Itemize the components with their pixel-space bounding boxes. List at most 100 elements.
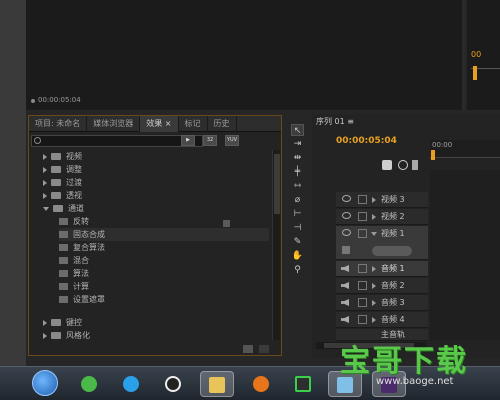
lock-box-icon[interactable]: [358, 195, 367, 204]
tree-folder-transition[interactable]: 过渡: [43, 176, 82, 189]
tree-folder-keying[interactable]: 键控: [43, 316, 82, 329]
effect-badge-icon: [223, 220, 230, 227]
taskbar-baidu-app[interactable]: [118, 371, 144, 397]
start-button[interactable]: [32, 370, 58, 396]
track-video-2[interactable]: 视频 2: [336, 209, 428, 225]
tree-folder-channel[interactable]: 通道: [43, 202, 84, 215]
opacity-pill[interactable]: [372, 246, 412, 256]
taskbar-360-browser[interactable]: [76, 371, 102, 397]
taskbar-media-player[interactable]: [290, 371, 316, 397]
expand-arrow-icon[interactable]: [372, 283, 376, 289]
expand-arrow-icon[interactable]: [43, 332, 47, 339]
lock-box-icon[interactable]: [358, 212, 367, 221]
tree-effect-compound-arithmetic[interactable]: 复合算法: [59, 241, 105, 254]
sequence-tab[interactable]: 序列 01 ≡: [316, 116, 354, 127]
time-ruler[interactable]: 00:00: [430, 140, 500, 160]
delete-icon[interactable]: [259, 345, 269, 353]
effects-scrollbar[interactable]: [272, 150, 280, 340]
track-audio-3[interactable]: 音频 3: [336, 295, 428, 311]
tree-folder-video[interactable]: 视频: [43, 150, 82, 163]
speaker-icon[interactable]: [341, 316, 349, 323]
expand-arrow-icon[interactable]: [372, 214, 376, 220]
track-audio-1[interactable]: 音频 1: [336, 261, 428, 277]
collapse-arrow-icon[interactable]: [371, 232, 377, 236]
speaker-icon[interactable]: [341, 265, 349, 272]
yuv-effects-button[interactable]: YUV: [225, 135, 239, 146]
eye-icon[interactable]: [342, 229, 351, 236]
razor-tool-icon[interactable]: ⌀: [291, 194, 304, 206]
tab-media-browser[interactable]: 媒体浏览器: [87, 116, 141, 132]
accelerated-effects-button[interactable]: ▶: [181, 135, 195, 146]
rolling-edit-tool-icon[interactable]: ╪: [291, 166, 304, 178]
folder-icon: [53, 205, 63, 212]
speaker-icon[interactable]: [341, 282, 349, 289]
tree-folder-stylize[interactable]: 风格化: [43, 329, 90, 342]
lock-box-icon[interactable]: [358, 229, 367, 238]
32bit-effects-button[interactable]: 32: [203, 135, 217, 146]
keyframe-icon[interactable]: [342, 246, 350, 254]
effects-search[interactable]: [31, 135, 203, 147]
tree-effect-calculations[interactable]: 计算: [59, 280, 89, 293]
folder-icon: [51, 192, 61, 199]
new-bin-icon[interactable]: [243, 345, 253, 353]
hand-tool-icon[interactable]: ✋: [291, 250, 304, 262]
track-audio-4[interactable]: 音频 4: [336, 312, 428, 328]
collapse-arrow-icon[interactable]: [43, 206, 49, 211]
ripple-edit-tool-icon[interactable]: ⇹: [291, 152, 304, 164]
playhead-dot[interactable]: [31, 99, 35, 103]
expand-arrow-icon[interactable]: [43, 192, 47, 199]
selection-tool-icon[interactable]: ↖: [291, 124, 304, 136]
speaker-icon[interactable]: [341, 299, 349, 306]
pen-tool-icon[interactable]: ✎: [291, 236, 304, 248]
expand-arrow-icon[interactable]: [43, 179, 47, 186]
expand-arrow-icon[interactable]: [43, 319, 47, 326]
expand-arrow-icon[interactable]: [372, 266, 376, 272]
lock-box-icon[interactable]: [358, 315, 367, 324]
tab-project[interactable]: 项目: 未命名: [29, 116, 88, 132]
tree-folder-perspective[interactable]: 透视: [43, 189, 82, 202]
expand-arrow-icon[interactable]: [372, 317, 376, 323]
tree-effect-blend[interactable]: 混合: [59, 254, 89, 267]
eye-icon[interactable]: [342, 212, 351, 219]
tab-history[interactable]: 历史: [208, 116, 237, 132]
expand-arrow-icon[interactable]: [43, 153, 47, 160]
link-icon[interactable]: [412, 160, 418, 170]
track-audio-2[interactable]: 音频 2: [336, 278, 428, 294]
tree-folder-adjust[interactable]: 调整: [43, 163, 82, 176]
sequence-playhead[interactable]: [431, 150, 435, 160]
snap-icon[interactable]: [382, 160, 392, 170]
slide-tool-icon[interactable]: ⊣: [291, 222, 304, 234]
expand-arrow-icon[interactable]: [372, 197, 376, 203]
folder-icon: [51, 179, 61, 186]
lock-box-icon[interactable]: [358, 264, 367, 273]
taskbar-file-explorer[interactable]: [200, 371, 234, 397]
slip-tool-icon[interactable]: ⊢: [291, 208, 304, 220]
lock-box-icon[interactable]: [358, 298, 367, 307]
source-timecode: 00:00:05:04: [38, 96, 81, 104]
monitor-divider[interactable]: [462, 0, 465, 110]
zoom-tool-icon[interactable]: ⚲: [291, 264, 304, 276]
tab-effects[interactable]: 效果 ×: [140, 116, 179, 132]
taskbar-firefox[interactable]: [248, 371, 274, 397]
taskbar-qq[interactable]: [160, 371, 186, 397]
tree-effect-solid-composite[interactable]: 固态合成: [59, 228, 269, 241]
sequence-timecode[interactable]: 00:00:05:04: [336, 136, 397, 146]
tree-effect-arithmetic[interactable]: 算法: [59, 267, 89, 280]
rate-stretch-tool-icon[interactable]: ⇿: [291, 180, 304, 192]
track-video-3[interactable]: 视频 3: [336, 192, 428, 208]
track-select-tool-icon[interactable]: ⇥: [291, 138, 304, 150]
expand-arrow-icon[interactable]: [372, 300, 376, 306]
tree-effect-set-matte[interactable]: 设置遮罩: [59, 293, 105, 306]
expand-arrow-icon[interactable]: [43, 166, 47, 173]
lock-box-icon[interactable]: [358, 281, 367, 290]
search-input[interactable]: [44, 136, 200, 146]
eye-icon[interactable]: [342, 195, 351, 202]
marker-icon[interactable]: [398, 160, 408, 170]
browser-icon: [81, 376, 97, 392]
timeline-track-area[interactable]: [430, 170, 500, 340]
scroll-thumb[interactable]: [274, 154, 280, 214]
program-playhead[interactable]: [473, 66, 477, 80]
track-video-1[interactable]: 视频 1: [336, 226, 428, 260]
tree-effect-invert[interactable]: 反转: [59, 215, 89, 228]
tab-markers[interactable]: 标记: [179, 116, 208, 132]
